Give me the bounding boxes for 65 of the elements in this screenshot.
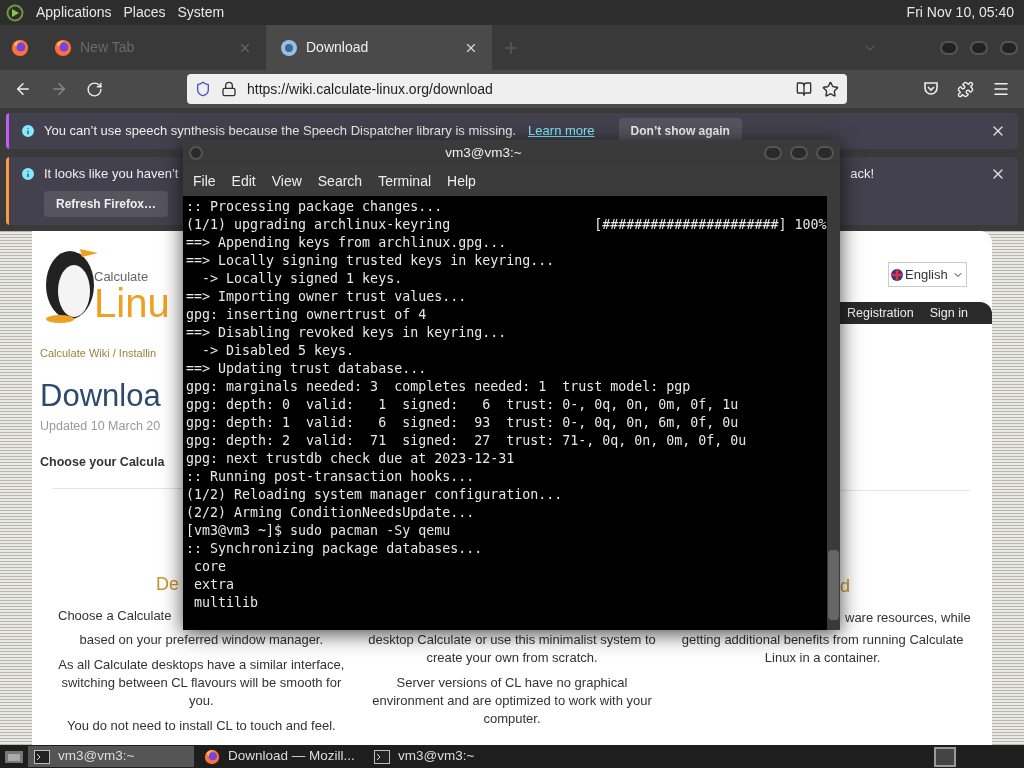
show-desktop-icon[interactable] xyxy=(4,748,24,765)
terminal-output: :: Processing package changes... (1/1) upgrading archlinux-keyring [######################] 100% ==> Appending keys from archlinux.gpg... ==> Locally signing trusted keys in keyring... -> Locally signed 1 keys. ==> Importing owner trust values... gpg: inserting ownertrust of 4 ==> Disabling revoked keys in keyring... -> Disabled 5 keys. ==> Updating trust database... gpg: marginals needed: 3 completes needed: 1 trust model: pgp gpg: depth: 0 valid: 1 signed: 6 trust: 0-, 0q, 0n, 0m, 0f, 1u gpg: depth: 1 valid: 6 signed: 93 trust: 0-, 0q, 0n, 6m, 0f, 0u gpg: depth: 2 valid: 71 signed: 27 trust: 71-, 0q, 0n, 0m, 0f, 0u gpg: next trustdb check due at 2023-12-31 :: Running post-transaction hooks... (1/2) Reloading system manager configuration... (2/2) Arming ConditionNeedsUpdate... [vm3@vm3 ~]$ sudo pacman -Sy qemu :: Synchronizing package databases... core extra multilib xyxy=(185,198,827,612)
section-heading: De xyxy=(156,573,180,596)
nav-link[interactable]: Sign in xyxy=(929,303,968,323)
terminal-menu-item[interactable]: Search xyxy=(311,170,369,192)
taskbar-item[interactable]: vm3@vm3:~ xyxy=(28,746,194,767)
breadcrumb[interactable]: Calculate Wiki / Installin xyxy=(40,345,183,362)
back-icon[interactable] xyxy=(14,80,32,98)
terminal-menu-item[interactable]: File xyxy=(187,170,222,192)
section-text: You do not need to install CL to touch and feel. xyxy=(66,717,337,735)
section-text: Choose a Calculate xyxy=(58,607,173,625)
section-text: based on your preferred window manager. xyxy=(78,631,325,649)
browser-icon xyxy=(204,748,220,765)
panel-menu-item[interactable]: System xyxy=(177,2,225,23)
menu-icon[interactable] xyxy=(992,80,1010,98)
page-title: Downloa xyxy=(40,379,162,411)
firefox-view-icon xyxy=(11,38,29,57)
clock[interactable]: Fri Nov 10, 05:40 xyxy=(906,2,1014,23)
learn-more-link[interactable]: Learn more xyxy=(528,121,595,141)
terminal-menu-item[interactable]: Help xyxy=(441,170,482,192)
bookmark-star-icon[interactable] xyxy=(822,80,839,98)
window-title: vm3@vm3:~ xyxy=(444,143,523,162)
panel-menu-item[interactable]: Places xyxy=(123,2,166,23)
terminal-menu-item[interactable]: Terminal xyxy=(372,170,438,192)
section-text: As all Calculate desktops have a similar interface, switching between CL flavours will be smooth for you. xyxy=(57,656,346,710)
reader-view-icon[interactable] xyxy=(796,81,812,97)
flag-icon xyxy=(891,268,903,281)
section-text: Server versions of CL have no graphical environment and are optimized to work with your computer. xyxy=(371,674,653,728)
extensions-icon[interactable] xyxy=(957,80,974,98)
scrollbar[interactable] xyxy=(827,196,840,630)
nav-link[interactable]: Registration xyxy=(847,303,914,323)
workspace-switcher-icon[interactable] xyxy=(934,746,956,767)
browser-icon xyxy=(54,38,72,57)
terminal-icon xyxy=(34,749,50,764)
intro-text: Choose your Calcula xyxy=(40,454,166,472)
taskbar-item[interactable]: Download — Mozill... xyxy=(198,746,364,767)
globe-icon xyxy=(280,38,298,57)
language-select[interactable]: English xyxy=(888,262,967,287)
shield-icon[interactable] xyxy=(195,81,211,97)
section-heading: d xyxy=(840,575,851,598)
logo-subtitle: Calculate xyxy=(94,270,150,283)
refresh-firefox-button[interactable]: Refresh Firefox… xyxy=(44,191,169,217)
section-text: getting additional benefits from running Calculate Linux in a container. xyxy=(680,631,965,667)
panel-menu-item[interactable]: Applications xyxy=(36,2,112,23)
section-text: desktop Calculate or use this minimalist system to create your own from scratch. xyxy=(367,631,657,667)
terminal-menu-item[interactable]: View xyxy=(265,170,308,192)
section-text: ware resources, while xyxy=(845,609,972,627)
info-icon xyxy=(20,166,36,182)
notification-text: It looks like you haven’t xyxy=(44,165,179,184)
notification-text: ack! xyxy=(850,165,874,184)
distro-logo-icon[interactable] xyxy=(6,3,24,22)
reload-icon[interactable] xyxy=(86,80,103,98)
address-bar[interactable]: https://wiki.calculate-linux.org/download xyxy=(187,74,847,104)
pocket-icon[interactable] xyxy=(923,81,939,97)
terminal-menu-item[interactable]: Edit xyxy=(225,170,262,192)
lock-icon[interactable] xyxy=(221,81,237,97)
taskbar-item[interactable]: vm3@vm3:~ xyxy=(368,746,534,767)
notification-text: You can’t use speech synthesis because the Speech Dispatcher library is missing. xyxy=(44,122,517,141)
info-icon xyxy=(20,123,36,139)
url-text: https://wiki.calculate-linux.org/download xyxy=(247,79,493,99)
forward-icon[interactable] xyxy=(50,80,68,98)
updated-date: Updated 10 March 20 xyxy=(40,417,162,435)
logo-title: Linu xyxy=(94,283,170,323)
terminal-icon xyxy=(374,749,390,764)
browser-tab[interactable]: Download xyxy=(266,25,492,70)
